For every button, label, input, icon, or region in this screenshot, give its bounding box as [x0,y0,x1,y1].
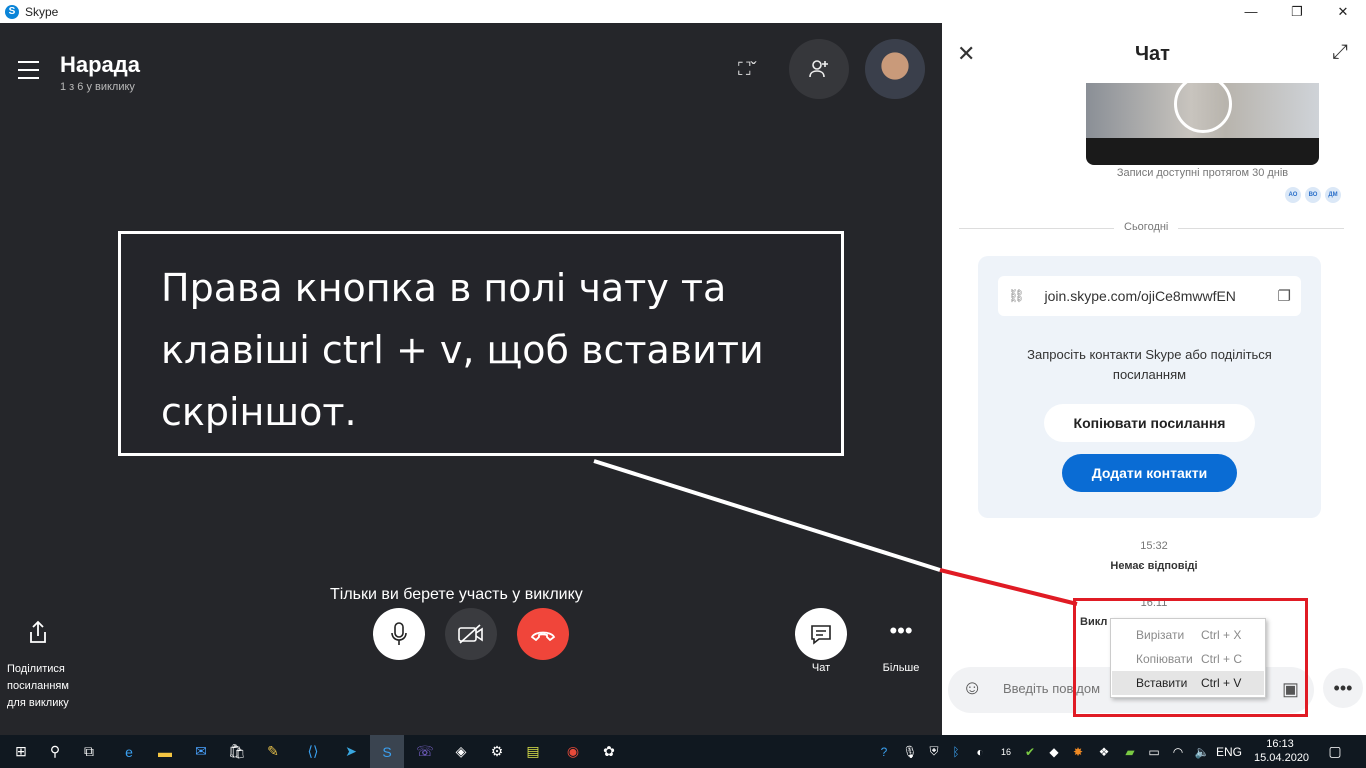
app-icon[interactable]: ◈ [444,735,478,768]
help-icon[interactable]: ? [872,735,896,768]
seen-avatar: АО [1285,187,1301,203]
clock-time: 16:13 [1266,738,1294,750]
emoji-icon[interactable]: ☺ [962,677,982,700]
task-view-icon[interactable]: ⧉ [72,735,106,768]
wifi-icon[interactable]: ◠ [1168,735,1188,768]
self-video-avatar[interactable] [865,39,925,99]
chat-more-icon[interactable]: ••• [1323,668,1363,708]
steam-icon[interactable]: ⚙ [480,735,514,768]
vscode-icon[interactable]: ⟨⟩ [296,735,330,768]
menu-icon[interactable] [18,61,39,85]
close-chat-icon[interactable]: ✕ [957,41,975,67]
edge-browser-icon[interactable]: e [112,735,146,768]
volume-icon[interactable]: 🔈 [1192,735,1212,768]
more-options-icon[interactable]: ••• [878,618,924,644]
language-indicator[interactable]: ENG [1214,735,1244,768]
tray-app-icon[interactable]: ◐ [970,735,990,768]
copy-icon[interactable]: ❐ [1278,287,1291,305]
menu-item-cut[interactable]: Вирізати Ctrl + X [1112,623,1264,647]
more-label: Більше [882,662,920,674]
app-icon[interactable]: ✎ [256,735,290,768]
battery-icon[interactable]: ▭ [1144,735,1164,768]
chat-icon [811,625,831,645]
chat-toggle-button[interactable] [795,608,847,660]
microphone-icon [391,622,407,645]
maximize-button[interactable]: ❐ [1274,0,1320,23]
link-icon: ⛓ [1008,288,1025,303]
chat-title: Чат [1135,43,1170,65]
annotation-text: Права кнопка в полі чату та клавіші ctrl… [118,231,844,456]
camera-off-button[interactable] [445,608,497,660]
call-status-message: Тільки ви берете участь у виклику [330,586,583,603]
mail-icon[interactable]: ✉ [184,735,218,768]
end-call-button[interactable] [517,608,569,660]
chrome-icon[interactable]: ◉ [556,735,590,768]
viber-icon[interactable]: ☏ [408,735,442,768]
search-icon[interactable]: ⚲ [38,735,72,768]
expand-icon[interactable]: ⤢ [1332,41,1348,64]
window-title: Skype [25,4,59,19]
context-menu: Вирізати Ctrl + X Копіювати Ctrl + C Вст… [1110,618,1266,698]
store-icon[interactable]: 🛍 [220,735,254,768]
share-icon[interactable] [28,620,48,650]
invite-link[interactable]: join.skype.com/ojiCe8mwwfEN [1045,288,1278,304]
tray-app-icon[interactable]: ▰ [1120,735,1140,768]
share-link-label[interactable]: Поділитися посиланням для виклику [7,661,87,712]
tray-app-icon[interactable]: ◆ [1044,735,1064,768]
date-separator-label: Сьогодні [1114,221,1179,233]
tray-app-icon[interactable]: ✸ [1068,735,1088,768]
start-windows-icon[interactable]: ⊞ [4,735,38,768]
paint-icon[interactable]: ✿ [592,735,626,768]
call-title: Нарада [60,52,140,77]
invite-text: Запросіть контакти Skype або поділіться … [1027,347,1272,382]
clock-date: 15.04.2020 [1254,752,1310,764]
skype-taskbar-icon[interactable]: S [370,735,404,768]
copy-link-button[interactable]: Копіювати посилання [1044,404,1255,442]
chat-label: Чат [811,662,831,674]
add-person-icon [809,60,828,78]
message-time: 15:32 [1140,540,1168,552]
bluetooth-icon[interactable]: ᛒ [946,735,966,768]
call-area: Нарада 1 з 6 у виклику ⛶ˇ Права кнопка в… [0,23,942,735]
hang-up-icon [530,631,556,641]
camera-off-icon [458,624,483,644]
recording-thumbnail[interactable] [1086,83,1319,165]
close-window-button[interactable]: ✕ [1320,0,1366,23]
tray-microphone-icon[interactable]: 🎙 [900,735,920,768]
tray-badge[interactable]: 16 [996,735,1016,768]
notifications-icon[interactable]: ▢ [1318,735,1352,768]
call-participants-count: 1 з 6 у виклику [60,81,135,93]
taskbar: ⊞ ⚲ ⧉ e ▬ ✉ 🛍 ✎ ⟨⟩ ➤ S ☏ ◈ ⚙ ▤ ◉ ✿ ? 🎙 ⛨… [0,735,1366,768]
no-answer-message: Немає відповіді [1110,560,1198,572]
invite-link-box[interactable]: ⛓ join.skype.com/ojiCe8mwwfEN ❐ [998,276,1301,316]
menu-item-paste[interactable]: Вставити Ctrl + V [1112,671,1264,695]
clock[interactable]: 16:13 15.04.2020 [1254,737,1310,765]
layout-switch-icon[interactable]: ⛶ˇ [738,59,757,80]
add-contacts-button[interactable]: Додати контакти [1062,454,1237,492]
shield-icon[interactable]: ⛨ [924,735,944,768]
menu-item-copy[interactable]: Копіювати Ctrl + C [1112,647,1264,671]
notes-icon[interactable]: ▤ [516,735,550,768]
seen-avatar: ДМ [1325,187,1341,203]
minimize-button[interactable]: — [1228,0,1274,23]
tray-app-icon[interactable]: ❖ [1094,735,1114,768]
telegram-icon[interactable]: ➤ [334,735,368,768]
file-explorer-icon[interactable]: ▬ [148,735,182,768]
recording-note: Записи доступні протягом 30 днів [1116,167,1289,179]
tray-check-icon[interactable]: ✔ [1020,735,1040,768]
title-bar: S Skype — ❐ ✕ [0,0,1366,23]
seen-avatar: ВО [1305,187,1321,203]
microphone-button[interactable] [373,608,425,660]
skype-logo-icon: S [5,4,19,19]
invite-card: ⛓ join.skype.com/ojiCe8mwwfEN ❐ Запросіт… [978,256,1321,518]
add-person-button[interactable] [789,39,849,99]
